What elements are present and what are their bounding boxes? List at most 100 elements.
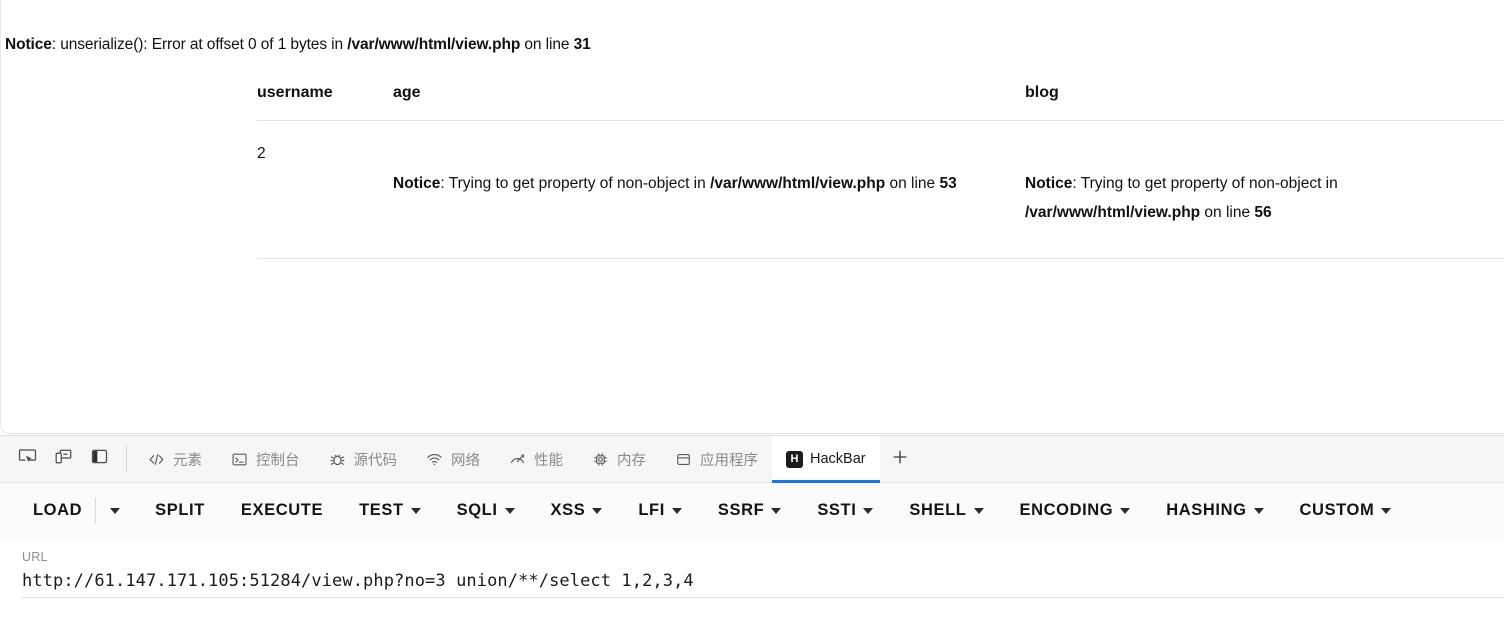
hackbar-button-label: LOAD	[33, 501, 83, 519]
table-row: 2 Notice: Trying to get property of non-…	[257, 120, 1504, 259]
tab-memory[interactable]: 内存	[577, 436, 660, 482]
device-toolbar-button[interactable]	[48, 444, 78, 474]
tab-label: 应用程序	[700, 452, 758, 469]
hackbar-encoding-menu[interactable]: ENCODING	[1009, 495, 1142, 526]
tab-application[interactable]: 应用程序	[660, 436, 772, 482]
hackbar-lfi-menu[interactable]: LFI	[627, 495, 693, 526]
chevron-down-icon	[592, 507, 603, 514]
hackbar-execute-button[interactable]: EXECUTE	[230, 495, 334, 526]
hackbar-button-label: SSTI	[817, 501, 857, 519]
hackbar-action-toolbar: LOAD SPLIT EXECUTE TEST SQLI XSS LFI SSR…	[0, 483, 1504, 538]
hackbar-xss-menu[interactable]: XSS	[540, 495, 614, 526]
inspect-element-button[interactable]	[12, 444, 42, 474]
chevron-down-icon	[110, 507, 121, 514]
hackbar-button-label: LFI	[638, 501, 665, 519]
hackbar-button-label: SHELL	[909, 501, 967, 519]
hackbar-load-button[interactable]: LOAD	[22, 495, 93, 526]
chevron-down-icon	[771, 507, 782, 514]
hackbar-button-label: EXECUTE	[240, 501, 324, 519]
tab-performance[interactable]: 性能	[494, 436, 577, 482]
page-content-viewport: Notice: unserialize(): Error at offset 0…	[0, 0, 1504, 434]
toolbar-divider	[126, 446, 127, 472]
tab-sources[interactable]: 源代码	[314, 436, 412, 482]
cell-blog-notice-file: /var/www/html/view.php	[1025, 204, 1201, 222]
cell-age: Notice: Trying to get property of non-ob…	[393, 120, 1025, 259]
hackbar-button-label: SSRF	[717, 501, 765, 519]
hackbar-icon: H	[786, 450, 803, 468]
cell-username: 2	[257, 120, 393, 259]
table-header-row: username age blog	[257, 66, 1504, 121]
dock-panel-button[interactable]	[84, 444, 114, 474]
chevron-down-icon	[504, 507, 515, 514]
tab-label: HackBar	[810, 451, 866, 467]
devtools-tabs: 元素 控制台 源代码 网络 性能 内存 应用程序 H HackBar	[133, 436, 1504, 483]
column-header-username: username	[257, 66, 393, 121]
hackbar-test-menu[interactable]: TEST	[348, 495, 432, 526]
bug-icon	[328, 450, 347, 469]
plus-icon	[891, 448, 909, 471]
cell-blog-notice-text-b: on line	[1200, 204, 1255, 222]
memory-chip-icon	[591, 450, 610, 469]
hackbar-sqli-menu[interactable]: SQLI	[446, 495, 526, 526]
tab-network[interactable]: 网络	[411, 436, 494, 482]
tab-label: 源代码	[353, 452, 398, 469]
hackbar-shell-menu[interactable]: SHELL	[898, 495, 994, 526]
code-icon	[147, 450, 166, 469]
url-input-underline	[22, 597, 1504, 598]
tab-label: 性能	[534, 452, 563, 469]
chevron-down-icon	[671, 507, 682, 514]
devtools-tabstrip: 元素 控制台 源代码 网络 性能 内存 应用程序 H HackBar	[0, 436, 1504, 483]
performance-icon	[508, 450, 527, 469]
hackbar-load-dropdown-button[interactable]	[100, 502, 130, 520]
result-table: username age blog 2 Notice: Trying to ge…	[257, 66, 1504, 259]
tab-label: 内存	[617, 452, 646, 469]
hackbar-ssrf-menu[interactable]: SSRF	[707, 495, 792, 526]
devtools-tool-buttons	[0, 436, 124, 482]
device-toolbar-icon	[54, 447, 73, 471]
chevron-down-icon	[1381, 507, 1392, 514]
add-tab-button[interactable]	[880, 436, 920, 482]
cell-age-notice-file: /var/www/html/view.php	[710, 175, 886, 192]
hackbar-ssti-menu[interactable]: SSTI	[806, 495, 884, 526]
cell-age-notice-text-a: : Trying to get property of non-object i…	[440, 175, 711, 192]
tab-elements[interactable]: 元素	[133, 436, 216, 482]
cell-blog-notice-label: Notice	[1025, 175, 1073, 192]
chevron-down-icon	[1253, 507, 1264, 514]
hackbar-button-label: SQLI	[456, 501, 498, 519]
notice-text-b: on line	[520, 36, 574, 53]
cell-age-notice-label: Notice	[393, 175, 441, 192]
notice-label: Notice	[5, 36, 52, 53]
notice-line-number: 31	[573, 36, 591, 53]
hackbar-button-label: ENCODING	[1019, 501, 1114, 519]
url-field-label: URL	[22, 550, 48, 564]
inspect-element-icon	[18, 447, 37, 471]
hackbar-hashing-menu[interactable]: HASHING	[1155, 495, 1274, 526]
url-input[interactable]	[22, 571, 1482, 591]
tab-hackbar[interactable]: H HackBar	[772, 436, 880, 483]
notice-text-a: : unserialize(): Error at offset 0 of 1 …	[51, 36, 348, 53]
storage-icon	[674, 450, 693, 469]
cell-age-notice-text-b: on line	[885, 175, 940, 192]
column-header-age: age	[393, 66, 1025, 121]
tab-label: 网络	[451, 452, 480, 469]
hackbar-url-section: URL	[0, 538, 1504, 623]
devtools-panel: 元素 控制台 源代码 网络 性能 内存 应用程序 H HackBar LOAD …	[0, 435, 1504, 623]
wifi-icon	[425, 450, 444, 469]
tab-label: 控制台	[256, 452, 300, 469]
chevron-down-icon	[973, 507, 984, 514]
hackbar-button-label: CUSTOM	[1299, 501, 1375, 519]
cell-age-notice-line: 53	[939, 175, 957, 192]
php-notice-top: Notice: unserialize(): Error at offset 0…	[5, 36, 591, 54]
chevron-down-icon	[863, 507, 874, 514]
tab-console[interactable]: 控制台	[216, 436, 314, 482]
hackbar-button-label: XSS	[550, 501, 586, 519]
cell-blog: Notice: Trying to get property of non-ob…	[1025, 120, 1504, 259]
hackbar-custom-menu[interactable]: CUSTOM	[1289, 495, 1403, 526]
hackbar-split-button[interactable]: SPLIT	[144, 495, 216, 526]
hackbar-button-label: HASHING	[1166, 501, 1247, 519]
cell-spacer	[1025, 139, 1504, 169]
cell-spacer	[393, 139, 1025, 169]
chevron-down-icon	[1120, 507, 1131, 514]
notice-file: /var/www/html/view.php	[347, 36, 521, 53]
column-header-blog: blog	[1025, 66, 1504, 121]
